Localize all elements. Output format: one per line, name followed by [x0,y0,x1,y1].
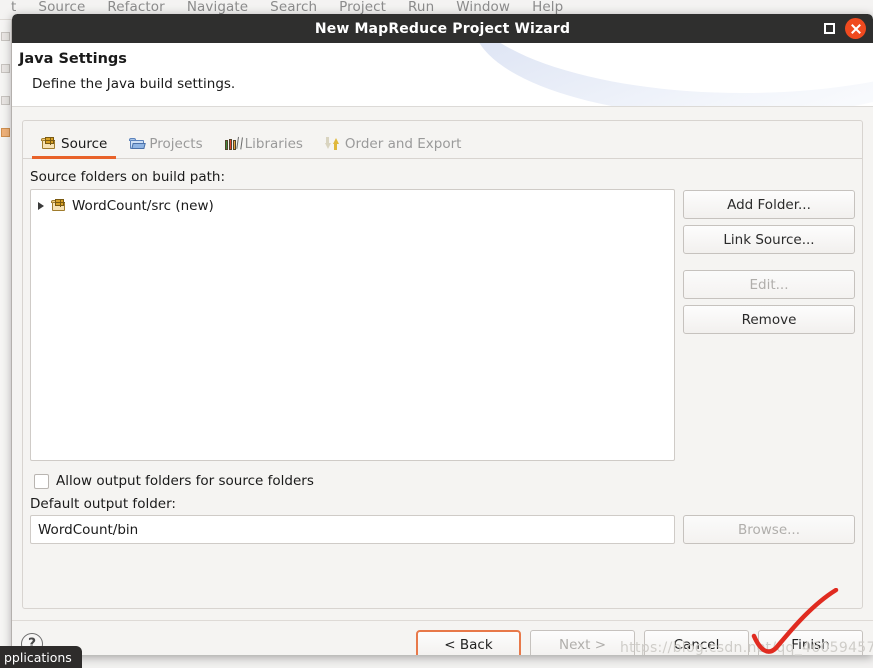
background-toolbar-icon [1,32,10,41]
tab-source[interactable]: Source [30,129,118,159]
finish-button[interactable]: Finish [758,630,863,655]
list-item[interactable]: WordCount/src (new) [35,196,670,216]
new-mapreduce-project-wizard-dialog: New MapReduce Project Wizard Java Settin… [12,14,873,655]
default-output-folder-input[interactable] [30,515,675,544]
source-folders-buttons: Add Folder... Link Source... Edit... Rem… [683,189,855,334]
screen: t Source Refactor Navigate Search Projec… [0,0,873,668]
allow-output-folders-checkbox[interactable] [34,473,49,489]
chevron-right-icon[interactable] [38,202,44,210]
order-export-arrows-icon [324,136,341,151]
allow-output-folders-label: Allow output folders for source folders [56,473,314,489]
dialog-title: New MapReduce Project Wizard [314,20,571,37]
maximize-icon[interactable] [824,23,835,34]
browse-button: Browse... [683,515,855,544]
remove-button[interactable]: Remove [683,305,855,334]
tab-projects[interactable]: Projects [118,129,213,158]
background-menu-item[interactable]: Run [397,0,445,15]
source-folders-label: Source folders on build path: [30,169,226,185]
background-menu-item[interactable]: Project [328,0,397,15]
background-menu-item[interactable]: t [0,0,27,15]
background-menu-item[interactable]: Source [27,0,96,15]
list-item-label: WordCount/src (new) [72,198,214,214]
libraries-books-icon [224,137,241,151]
background-toolbar-icon [1,128,10,137]
link-source-button[interactable]: Link Source... [683,225,855,254]
default-output-folder-row: Browse... [23,515,862,544]
tab-libraries[interactable]: Libraries [214,129,314,158]
tab-libraries-label: Libraries [244,135,303,152]
build-path-tabs: Source Projects Libraries Order and Expo… [23,129,862,159]
add-folder-button[interactable]: Add Folder... [683,190,855,219]
source-folders-row: WordCount/src (new) Add Folder... Link S… [23,189,862,461]
edit-button: Edit... [683,270,855,299]
dialog-titlebar: New MapReduce Project Wizard [12,14,873,43]
source-folders-list[interactable]: WordCount/src (new) [30,189,675,461]
background-menu-item[interactable]: Window [445,0,521,15]
projects-folder-icon [129,137,147,151]
page-title: Java Settings [19,51,127,67]
background-menu-item[interactable]: Search [259,0,328,15]
default-output-folder-label: Default output folder: [30,496,176,512]
cancel-button[interactable]: Cancel [644,630,749,655]
tab-order-and-export[interactable]: Order and Export [314,129,473,158]
background-menu-item[interactable]: Navigate [176,0,259,15]
back-button[interactable]: < Back [416,630,521,655]
footer-buttons: < Back Next > Cancel Finish [416,630,863,655]
wizard-footer: ? < Back Next > Cancel Finish [12,620,873,655]
next-button: Next > [530,630,635,655]
background-toolbar-icon [1,96,10,105]
source-folder-icon [51,199,67,213]
allow-output-folders-row[interactable]: Allow output folders for source folders [34,473,862,489]
tab-source-label: Source [61,135,108,152]
wizard-header: Java Settings Define the Java build sett… [12,43,873,107]
page-subtitle: Define the Java build settings. [32,76,236,92]
tab-order-and-export-label: Order and Export [344,135,462,152]
taskbar-applications-chip[interactable]: pplications [0,646,82,668]
background-toolbar-icon [1,64,10,73]
background-left-toolbar [0,20,12,668]
java-settings-panel: Source Projects Libraries Order and Expo… [22,120,863,609]
close-icon[interactable] [845,18,866,39]
background-menu-item[interactable]: Help [521,0,574,15]
tab-projects-label: Projects [149,135,203,152]
background-menu-item[interactable]: Refactor [96,0,175,15]
source-folder-icon [41,136,57,151]
wizard-body: Source Projects Libraries Order and Expo… [12,107,873,620]
window-controls [824,14,866,43]
